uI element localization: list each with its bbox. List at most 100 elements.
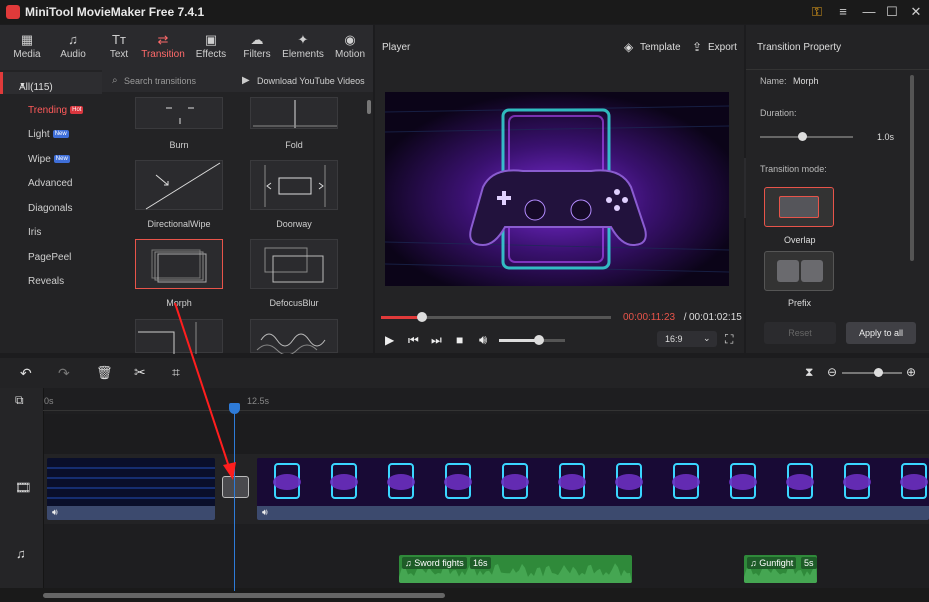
crop-icon[interactable]: ⌗ [172, 364, 180, 381]
tab-media[interactable]: ▦ Media [5, 31, 49, 67]
category-advanced[interactable]: Advanced [28, 178, 72, 189]
chevron-down-icon: ⌄ [703, 333, 711, 343]
apply-to-all-button[interactable]: Apply to all [846, 322, 916, 344]
transition-fold-thumb[interactable] [250, 97, 338, 129]
progress-fill [381, 316, 423, 319]
playhead-handle[interactable] [229, 403, 240, 414]
audio-clip-gunfight[interactable]: ♫ Gunfight 5s [744, 555, 817, 583]
progress-track[interactable] [381, 312, 611, 322]
redo-icon[interactable]: ↷ [58, 365, 70, 382]
playhead-line [234, 405, 235, 591]
transition-label: DefocusBlur [269, 298, 319, 308]
tab-transition[interactable]: ⇄ Transition [141, 31, 185, 67]
volume-slider[interactable] [499, 335, 565, 345]
tab-elements[interactable]: ✦ Elements [281, 31, 325, 67]
frame-thumb-controller [843, 474, 871, 490]
transition-burn-thumb[interactable] [135, 97, 223, 129]
clip-volume-icon[interactable]: 🔊︎ [262, 507, 268, 518]
video-clip-controller[interactable]: 🔊︎ [257, 458, 929, 520]
new-badge: New [53, 155, 70, 164]
divider [746, 69, 929, 70]
template-button[interactable]: Template [640, 42, 681, 53]
film-icon: 🎞︎ [15, 480, 32, 495]
zoom-out-icon[interactable]: ⊖ [827, 365, 837, 379]
tab-label: Media [13, 49, 41, 60]
transition-thumb[interactable] [135, 319, 223, 354]
tab-effects[interactable]: ▣ Effects [189, 31, 233, 67]
transition-thumb[interactable] [250, 319, 338, 356]
transition-marker[interactable] [222, 476, 249, 498]
mode-prefix-label: Prefix [788, 298, 812, 308]
audio-clip-sword-fights[interactable]: ♫ Sword fights 16s [399, 555, 632, 583]
category-pagepeel[interactable]: PagePeel [28, 252, 71, 263]
gaming-controller-image [385, 92, 729, 286]
video-clip-keyboard[interactable]: 🔊︎ [47, 458, 215, 520]
search-bar: ⌕ Search transitions ▶ Download YouTube … [102, 70, 373, 92]
tab-label: Elements [282, 49, 324, 60]
close-button[interactable]: ✕ [907, 4, 925, 20]
category-all[interactable]: ▼ All(115) [0, 72, 102, 94]
tab-filters[interactable]: ☁ Filters [235, 31, 279, 67]
category-wipe[interactable]: Wipe New [28, 154, 70, 165]
key-icon[interactable]: ⚿ [808, 4, 826, 20]
name-value: Morph [793, 76, 819, 86]
play-button[interactable]: ▶ [385, 333, 394, 347]
property-panel: Transition Property Name: Morph Duration… [746, 25, 929, 353]
minimize-button[interactable]: — [860, 4, 878, 20]
ruler-start: 0s [44, 396, 54, 406]
menu-icon[interactable]: ≡ [834, 4, 852, 20]
category-light[interactable]: Light New [28, 129, 69, 140]
transition-defocusblur-thumb[interactable] [250, 239, 338, 289]
tab-motion[interactable]: ◉ Motion [328, 31, 372, 67]
frame-thumb-controller [729, 474, 757, 490]
timeline-toolbar: ↶ ↷ 🗑︎ ✂ ⌗ ⧗ ⊖ ⊕ [0, 358, 929, 388]
transition-label: Doorway [276, 219, 312, 229]
mode-overlap-option[interactable] [764, 187, 834, 227]
aspect-ratio-select[interactable]: 16:9 ⌄ [657, 331, 717, 347]
progress-handle[interactable] [417, 312, 428, 322]
property-scrollbar[interactable] [910, 75, 914, 261]
title-bar: MiniTool MovieMaker Free 7.4.1 ⚿ ≡ — ☐ ✕ [0, 0, 929, 24]
undo-icon[interactable]: ↶ [20, 365, 32, 382]
category-iris[interactable]: Iris [28, 227, 41, 238]
tab-audio[interactable]: ♫ Audio [51, 31, 95, 67]
volume-handle[interactable] [533, 335, 544, 345]
next-frame-button[interactable]: ⏭ [431, 333, 442, 348]
clip-volume-icon[interactable]: 🔊︎ [52, 507, 58, 518]
fullscreen-icon[interactable]: ⛶ [725, 332, 733, 347]
category-trending[interactable]: Trending Hot [28, 105, 84, 116]
transition-directionalwipe-thumb[interactable] [135, 160, 223, 210]
transition-doorway-thumb[interactable] [250, 160, 338, 210]
fit-timeline-icon[interactable]: ⧗ [805, 365, 813, 380]
download-youtube-link[interactable]: Download YouTube Videos [257, 76, 365, 86]
duration-handle[interactable] [797, 132, 807, 141]
app-logo-icon [6, 5, 20, 19]
search-input[interactable]: Search transitions [124, 76, 196, 86]
previous-frame-button[interactable]: ⏮ [408, 333, 419, 348]
add-track-icon[interactable]: ⧉ [15, 393, 24, 408]
transition-morph-thumb[interactable] [135, 239, 223, 289]
zoom-in-icon[interactable]: ⊕ [906, 365, 916, 379]
maximize-button[interactable]: ☐ [883, 4, 901, 20]
split-icon[interactable]: ✂ [134, 364, 146, 381]
stop-button[interactable]: ■ [456, 333, 463, 347]
zoom-handle[interactable] [874, 368, 883, 377]
volume-icon[interactable]: 🔊︎ [479, 332, 487, 348]
tab-label: Effects [195, 49, 227, 60]
export-button[interactable]: Export [708, 42, 737, 53]
category-diagonals[interactable]: Diagonals [28, 203, 72, 214]
property-title: Transition Property [757, 42, 842, 53]
mode-prefix-option[interactable] [764, 251, 834, 291]
transition-label: DirectionalWipe [147, 219, 211, 229]
timeline-scrollbar[interactable] [43, 593, 445, 598]
delete-icon[interactable]: 🗑︎ [96, 365, 113, 381]
reset-button[interactable]: Reset [764, 322, 836, 344]
category-reveals[interactable]: Reveals [28, 276, 64, 287]
tab-text[interactable]: Tт Text [97, 31, 141, 67]
library-scrollbar[interactable] [367, 100, 371, 114]
filters-icon: ☁ [250, 32, 264, 47]
audio-clip-duration: 16s [470, 557, 491, 569]
duration-slider[interactable] [760, 132, 853, 141]
frame-thumb-controller [501, 474, 529, 490]
zoom-slider[interactable] [842, 368, 902, 377]
